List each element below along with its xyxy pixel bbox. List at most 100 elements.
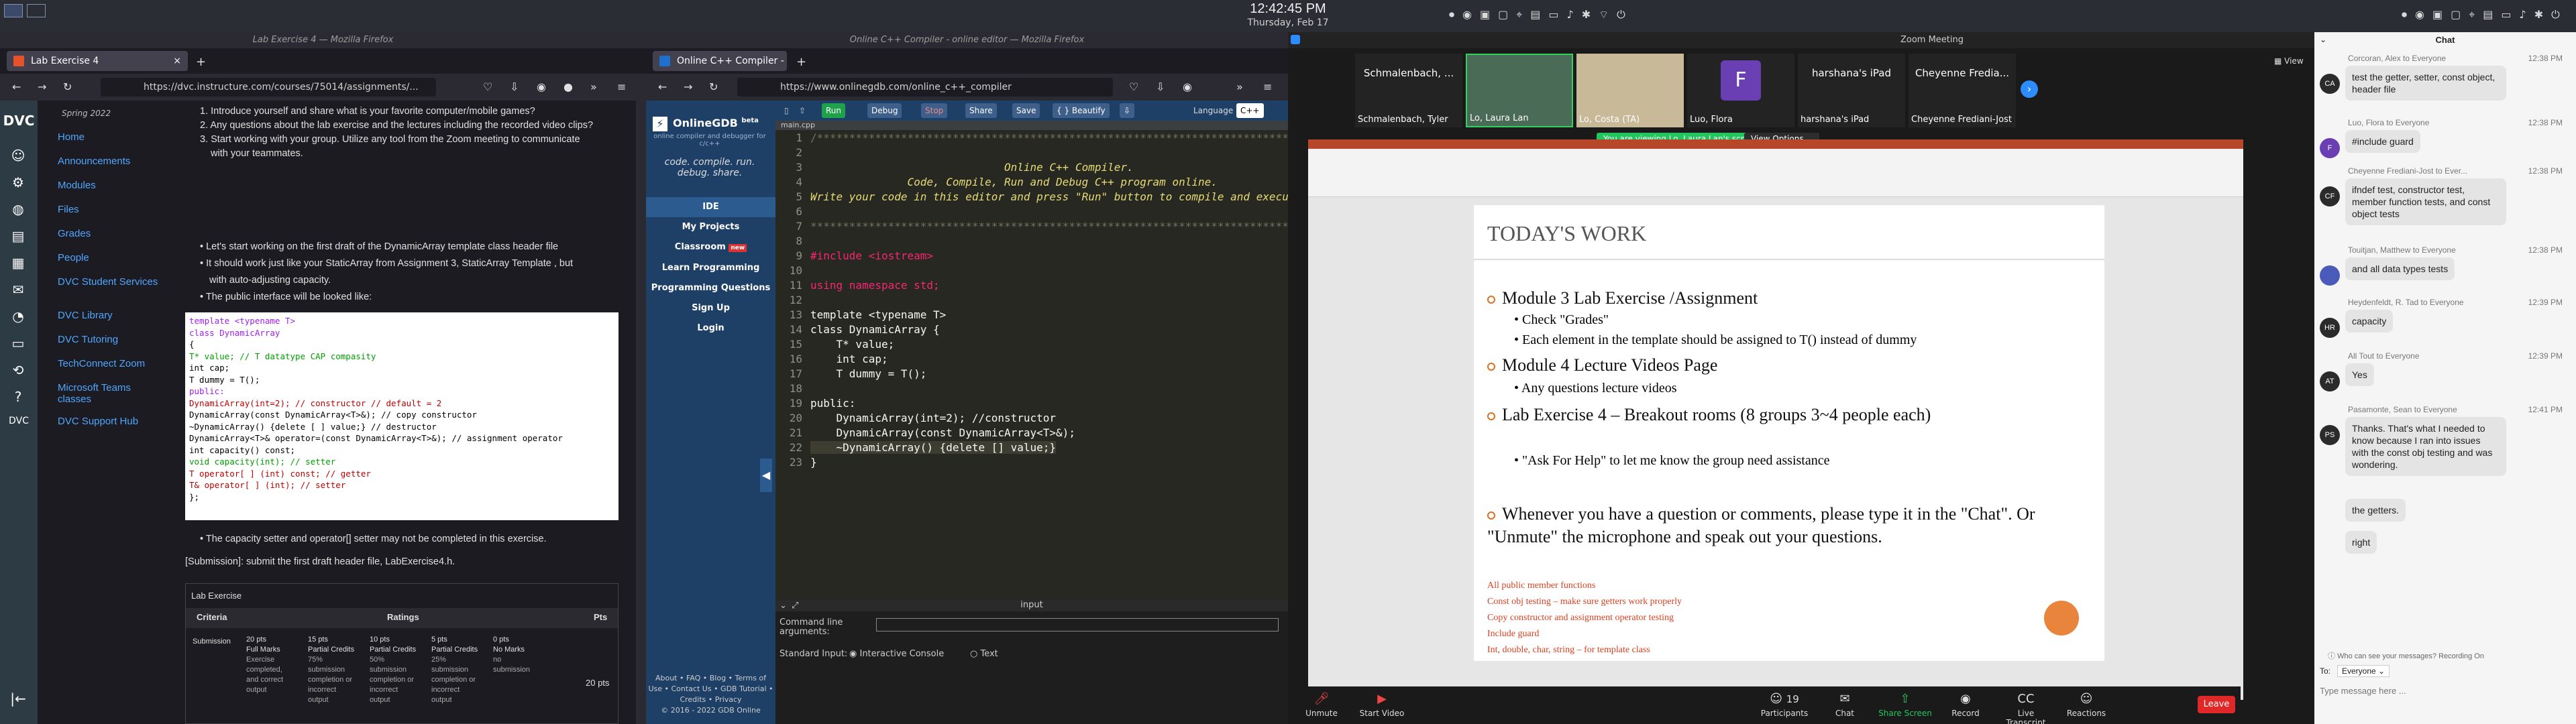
overflow-icon[interactable]: » bbox=[1236, 80, 1243, 93]
clipboard-icon[interactable]: ▤ bbox=[2483, 8, 2493, 21]
share-button[interactable]: Share bbox=[965, 103, 997, 118]
course-nav-support-hub[interactable]: DVC Support Hub bbox=[58, 416, 138, 427]
workspace-2[interactable] bbox=[27, 4, 46, 17]
record-button[interactable]: ◉ Record bbox=[1939, 692, 1992, 718]
interactive-console-radio[interactable]: ◉ Interactive Console bbox=[849, 649, 944, 659]
collapse-sidebar-icon[interactable]: ◀ bbox=[760, 459, 772, 492]
who-can-see[interactable]: ⓘ Who can see your messages? Recording O… bbox=[2328, 650, 2484, 661]
extension-icon[interactable]: ◉ bbox=[1183, 80, 1192, 93]
dvc-logo-icon[interactable]: DVC bbox=[7, 416, 31, 433]
close-tab-icon[interactable]: × bbox=[173, 51, 181, 71]
side-link-learn[interactable]: Learn Programming bbox=[646, 258, 775, 278]
studio-icon[interactable]: ▭ bbox=[9, 335, 27, 353]
tab-lab-exercise[interactable]: Lab Exercise 4 × bbox=[7, 51, 188, 71]
reload-icon[interactable]: ↻ bbox=[63, 80, 72, 93]
participant-tile-active[interactable]: Lo, Laura Lan bbox=[1466, 54, 1573, 127]
code-editor[interactable]: 1/**************************************… bbox=[775, 130, 1328, 599]
live-transcript-button[interactable]: CC Live Transcript bbox=[1999, 692, 2053, 724]
side-link-ide[interactable]: IDE bbox=[646, 197, 775, 217]
back-icon[interactable]: ← bbox=[658, 80, 667, 93]
run-button[interactable]: Run bbox=[822, 103, 846, 118]
participant-tile[interactable]: Cheyenne Fredia... Cheyenne Frediani-Jos… bbox=[1909, 54, 2016, 127]
side-link-projects[interactable]: My Projects bbox=[646, 217, 775, 237]
calendar-icon[interactable]: ▦ bbox=[9, 255, 27, 272]
file-icon[interactable]: ▯ bbox=[780, 103, 793, 118]
tray-app-icon[interactable]: ▣ bbox=[2432, 8, 2443, 21]
account-icon[interactable]: ☺ bbox=[9, 147, 27, 165]
course-nav-tutoring[interactable]: DVC Tutoring bbox=[58, 334, 118, 345]
scrollbar[interactable] bbox=[636, 101, 646, 724]
record-icon[interactable]: ⏺ bbox=[1449, 8, 1454, 21]
side-link-signup[interactable]: Sign Up bbox=[646, 298, 775, 318]
reload-icon[interactable]: ↻ bbox=[709, 80, 718, 93]
course-nav-home[interactable]: Home bbox=[58, 131, 85, 143]
chat-button[interactable]: ✉ Chat bbox=[1818, 692, 1872, 718]
debug-button[interactable]: Debug bbox=[867, 103, 902, 118]
side-link-classroom[interactable]: Classroom new bbox=[646, 237, 775, 258]
pocket-icon[interactable]: ♡ bbox=[483, 80, 492, 93]
url-bar[interactable]: https://dvc.instructure.com/courses/7501… bbox=[101, 78, 436, 97]
volume-icon[interactable]: ♪ bbox=[2520, 8, 2526, 21]
share-screen-button[interactable]: ⇧ Share Screen bbox=[1878, 692, 1932, 718]
canvas-logo[interactable]: DVC bbox=[3, 107, 35, 134]
view-button[interactable]: ▦ View bbox=[2274, 56, 2304, 66]
tab-gdb[interactable]: Online C++ Compiler - onli... bbox=[653, 51, 787, 86]
power-icon[interactable]: ⏻ bbox=[1617, 8, 1625, 21]
participant-tile[interactable]: harshana's iPad harshana's iPad bbox=[1798, 54, 1905, 127]
forward-icon[interactable]: → bbox=[684, 80, 692, 93]
course-nav-grades[interactable]: Grades bbox=[58, 228, 91, 239]
record-icon[interactable]: ⏺ bbox=[2402, 8, 2407, 21]
course-nav-people[interactable]: People bbox=[58, 252, 89, 263]
extension-icon[interactable]: ● bbox=[564, 80, 573, 93]
collapse-chat-icon[interactable]: ⌄ bbox=[2320, 35, 2326, 44]
new-tab-icon[interactable]: + bbox=[796, 55, 806, 69]
menu-icon[interactable]: ≡ bbox=[1263, 80, 1272, 93]
download-icon[interactable]: ⇩ bbox=[510, 80, 519, 93]
collapse-icon[interactable]: ⌄ bbox=[780, 601, 787, 611]
download-icon[interactable]: ⇩ bbox=[1120, 103, 1135, 118]
history-icon[interactable]: ◔ bbox=[9, 308, 27, 326]
bluetooth-icon[interactable]: ✱ bbox=[2534, 8, 2543, 21]
chat-input[interactable] bbox=[2320, 681, 2568, 700]
beautify-button[interactable]: { } Beautify bbox=[1053, 103, 1110, 118]
side-link-questions[interactable]: Programming Questions bbox=[646, 278, 775, 298]
help-icon[interactable]: ? bbox=[9, 389, 27, 406]
course-nav-techconnect[interactable]: TechConnect Zoom bbox=[58, 358, 145, 369]
forward-icon[interactable]: → bbox=[38, 80, 46, 93]
commons-icon[interactable]: ⟲ bbox=[9, 362, 27, 379]
upload-icon[interactable]: ⇧ bbox=[795, 103, 810, 118]
save-button[interactable]: Save bbox=[1012, 103, 1040, 118]
course-nav-teams[interactable]: Microsoft Teams classes bbox=[58, 382, 158, 405]
battery-icon[interactable]: ▭ bbox=[2501, 8, 2511, 21]
command-line-input[interactable] bbox=[876, 618, 1279, 631]
location-icon[interactable]: ⌖ bbox=[1516, 8, 1522, 21]
course-nav-library[interactable]: DVC Library bbox=[58, 310, 113, 321]
tray-app-icon[interactable]: ▣ bbox=[1480, 8, 1490, 21]
collapse-nav-icon[interactable]: |← bbox=[9, 690, 27, 708]
side-link-login[interactable]: Login bbox=[646, 318, 775, 339]
download-icon[interactable]: ⇩ bbox=[1156, 80, 1165, 93]
extension-icon[interactable]: ◉ bbox=[537, 80, 546, 93]
courses-icon[interactable]: ▤ bbox=[9, 228, 27, 245]
zoom-tray-icon[interactable]: ▢ bbox=[2451, 8, 2461, 21]
leave-button[interactable]: Leave bbox=[2198, 696, 2235, 713]
expand-icon[interactable]: ⤢ bbox=[792, 601, 798, 611]
menu-icon[interactable]: ≡ bbox=[617, 80, 626, 93]
recipient-select[interactable]: Everyone ⌄ bbox=[2337, 665, 2390, 677]
participants-button[interactable]: ☺ 19 Participants bbox=[1758, 692, 1811, 718]
wifi-icon[interactable]: ⌔ bbox=[1599, 8, 1609, 21]
next-page-icon[interactable]: › bbox=[2021, 80, 2038, 98]
zoom-tray-icon[interactable]: ▢ bbox=[1498, 8, 1508, 21]
pocket-icon[interactable]: ♡ bbox=[1129, 80, 1138, 93]
language-select[interactable]: C++ bbox=[1236, 103, 1264, 118]
dashboard-icon[interactable]: ◍ bbox=[9, 201, 27, 219]
file-tab[interactable]: main.cpp bbox=[775, 121, 1288, 130]
volume-icon[interactable]: ♪ bbox=[1567, 8, 1574, 21]
chrome-icon[interactable]: ◉ bbox=[1462, 8, 1472, 21]
participant-tile[interactable]: Schmalenbach, ... Schmalenbach, Tyler bbox=[1355, 54, 1462, 127]
url-bar[interactable]: https://www.onlinegdb.com/online_c++_com… bbox=[737, 78, 1113, 97]
workspace-1[interactable] bbox=[4, 4, 23, 17]
battery-icon[interactable]: ▭ bbox=[1548, 8, 1558, 21]
course-nav-student-services[interactable]: DVC Student Services bbox=[58, 276, 158, 288]
overflow-icon[interactable]: » bbox=[590, 80, 597, 93]
